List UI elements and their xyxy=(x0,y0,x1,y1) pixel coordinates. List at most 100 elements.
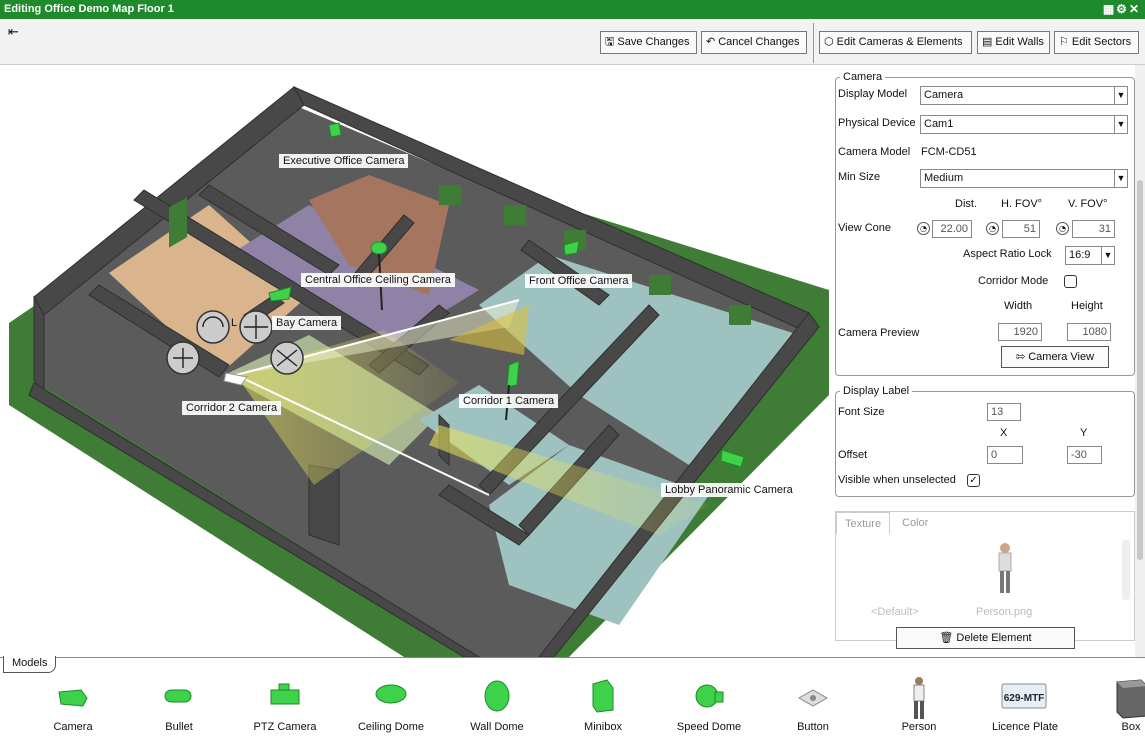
model-button[interactable]: Button xyxy=(760,672,866,737)
model-camera-label: Camera xyxy=(53,721,93,733)
camera-model-icon xyxy=(58,689,88,707)
label-executive-camera[interactable]: Executive Office Camera xyxy=(279,154,409,168)
delete-element-button[interactable]: 🗑 Delete Element xyxy=(896,627,1075,649)
edit-sectors-button[interactable]: ⚐ Edit Sectors xyxy=(1054,31,1139,54)
preview-width-input[interactable]: 1920 xyxy=(998,323,1042,341)
model-ceiling-dome[interactable]: Ceiling Dome xyxy=(338,672,444,737)
model-ptz-label: PTZ Camera xyxy=(253,721,317,733)
ptz-model-icon xyxy=(270,683,300,705)
camera-model-label: Camera Model xyxy=(838,146,911,158)
exit-icon[interactable]: ⇤ xyxy=(8,25,19,40)
edit-cameras-button[interactable]: ⬡ Edit Cameras & Elements xyxy=(819,31,972,54)
offset-y-input[interactable]: -30 xyxy=(1067,446,1102,464)
model-bullet[interactable]: Bullet xyxy=(126,672,232,737)
label-lobby-camera[interactable]: Lobby Panoramic Camera xyxy=(661,483,797,497)
vfov-input[interactable]: 31 xyxy=(1072,220,1115,238)
save-button[interactable]: 🖫 Save Changes xyxy=(600,31,697,54)
visible-unselected-checkbox[interactable]: ✓ xyxy=(967,474,980,487)
label-bay-camera[interactable]: Bay Camera xyxy=(272,316,342,330)
font-size-label: Font Size xyxy=(838,406,885,418)
camera-view-icon: ⇰ xyxy=(1015,351,1029,363)
model-licence-plate[interactable]: 629-MTF Licence Plate xyxy=(972,672,1078,737)
floor-plan-3d[interactable] xyxy=(9,65,829,657)
box-model-icon xyxy=(1116,679,1145,719)
model-speed-dome[interactable]: Speed Dome xyxy=(656,672,762,737)
label-corridor2-camera[interactable]: Corridor 2 Camera xyxy=(182,401,282,415)
window-controls: ▦⚙✕ xyxy=(1103,0,1141,19)
vfov-knob-icon[interactable]: ◔ xyxy=(1056,222,1069,235)
offset-label: Offset xyxy=(838,449,868,461)
display-model-value: Camera xyxy=(924,89,964,101)
edit-sectors-label: Edit Sectors xyxy=(1071,36,1132,48)
camera-view-button[interactable]: ⇰ Camera View xyxy=(1001,346,1109,368)
display-label-legend: Display Label xyxy=(843,385,910,397)
offset-y-header: Y xyxy=(1080,427,1088,439)
offset-x-input[interactable]: 0 xyxy=(987,446,1023,464)
font-size-input[interactable]: 13 xyxy=(987,403,1021,421)
aspect-ratio-label: Aspect Ratio Lock xyxy=(963,248,1052,260)
licence-plate-model-icon: 629-MTF xyxy=(1001,683,1047,709)
texture-scrollbar[interactable] xyxy=(1122,540,1130,600)
gear-icon[interactable]: ⚙ xyxy=(1116,2,1129,16)
cube-icon: ⬡ xyxy=(824,36,834,48)
edit-cameras-label: Edit Cameras & Elements xyxy=(836,36,963,48)
corridor-mode-checkbox[interactable] xyxy=(1064,275,1077,288)
model-person-label: Person xyxy=(901,721,937,733)
hfov-input[interactable]: 51 xyxy=(1002,220,1040,238)
model-ceiling-dome-label: Ceiling Dome xyxy=(357,721,425,733)
scrollbar-thumb[interactable] xyxy=(1137,180,1143,560)
wall-icon: ▤ xyxy=(982,36,993,48)
tab-color[interactable]: Color xyxy=(894,512,936,534)
plate-text: 629-MTF xyxy=(1004,693,1045,704)
model-minibox[interactable]: Minibox xyxy=(550,672,656,737)
aspect-ratio-value: 16:9 xyxy=(1069,249,1091,261)
models-tab[interactable]: Models xyxy=(3,656,57,673)
min-size-select[interactable]: Medium ▼ xyxy=(920,169,1128,188)
chevron-down-icon: ▼ xyxy=(1114,170,1127,187)
speed-dome-model-icon xyxy=(695,684,724,708)
person-texture-label[interactable]: Person.png xyxy=(976,606,1032,618)
model-wall-dome[interactable]: Wall Dome xyxy=(444,672,550,737)
dist-input[interactable]: 22.00 xyxy=(932,220,972,238)
model-speed-dome-label: Speed Dome xyxy=(676,721,742,733)
panel-scrollbar[interactable] xyxy=(1135,65,1145,657)
display-model-select[interactable]: Camera ▼ xyxy=(920,86,1128,105)
physical-device-select[interactable]: Cam1 ▼ xyxy=(920,115,1128,134)
model-wall-dome-label: Wall Dome xyxy=(470,721,524,733)
visible-unselected-label: Visible when unselected xyxy=(838,474,956,486)
person-texture-thumbnail[interactable] xyxy=(994,542,1016,596)
label-bay-prefix: L xyxy=(231,317,238,329)
hfov-knob-icon[interactable]: ◔ xyxy=(986,222,999,235)
toolbar: ⇤ 🖫 Save Changes ↶ Cancel Changes ⬡ Edit Ca… xyxy=(0,19,1145,65)
aspect-ratio-select[interactable]: 16:9 ▼ xyxy=(1065,246,1115,265)
camera-view-label: Camera View xyxy=(1028,351,1095,363)
label-central-camera[interactable]: Central Office Ceiling Camera xyxy=(301,273,455,287)
edit-walls-button[interactable]: ▤ Edit Walls xyxy=(977,31,1050,54)
hfov-header: H. FOV° xyxy=(1001,198,1043,210)
close-icon[interactable]: ✕ xyxy=(1129,2,1141,16)
3d-viewport[interactable]: Executive Office Camera Central Office C… xyxy=(9,65,829,657)
corridor-mode-label: Corridor Mode xyxy=(978,275,1049,287)
dist-knob-icon[interactable]: ◔ xyxy=(917,222,930,235)
cancel-button-label: Cancel Changes xyxy=(718,36,800,48)
default-texture-label[interactable]: <Default> xyxy=(871,606,919,618)
camera-model-value: FCM-CD51 xyxy=(921,146,977,158)
edit-walls-label: Edit Walls xyxy=(995,36,1044,48)
view-cone-label: View Cone xyxy=(838,222,891,234)
model-person[interactable]: Person xyxy=(866,672,972,737)
cancel-button[interactable]: ↶ Cancel Changes xyxy=(701,31,807,54)
model-licence-plate-label: Licence Plate xyxy=(991,721,1059,733)
tab-texture[interactable]: Texture xyxy=(836,512,891,534)
label-corridor1-camera[interactable]: Corridor 1 Camera xyxy=(459,394,559,408)
model-ptz-camera[interactable]: PTZ Camera xyxy=(232,672,338,737)
model-box[interactable]: Box xyxy=(1078,672,1145,737)
preview-height-input[interactable]: 1080 xyxy=(1067,323,1111,341)
model-bullet-label: Bullet xyxy=(165,721,193,733)
layout-icon[interactable]: ▦ xyxy=(1103,2,1116,16)
physical-device-label: Physical Device xyxy=(838,117,916,129)
display-model-label: Display Model xyxy=(838,88,908,100)
min-size-value: Medium xyxy=(924,172,964,184)
trash-icon: 🗑 xyxy=(939,632,957,644)
label-front-office-camera[interactable]: Front Office Camera xyxy=(525,274,633,288)
model-camera[interactable]: Camera xyxy=(20,672,126,737)
